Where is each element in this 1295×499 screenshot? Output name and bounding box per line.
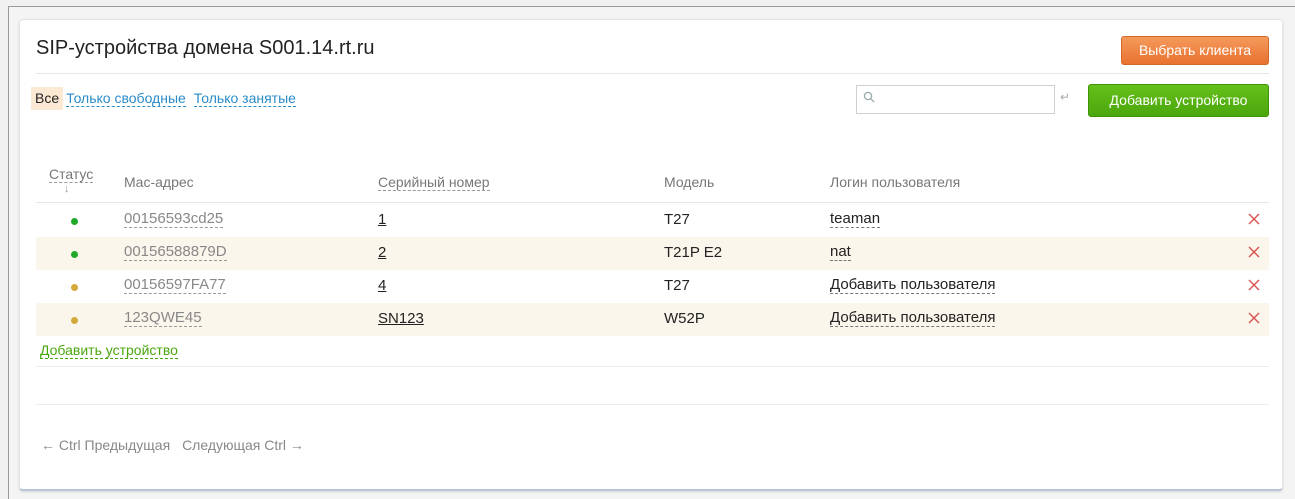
mac-address-link[interactable]: 00156597FA77 [124, 277, 226, 294]
model-text: W52P [664, 310, 705, 327]
column-header-model: Модель [664, 174, 715, 190]
close-icon[interactable] [1247, 311, 1261, 325]
mac-address-link[interactable]: 00156593cd25 [124, 211, 224, 228]
serial-number-link[interactable]: 1 [378, 211, 386, 228]
status-indicator [71, 284, 78, 291]
page-title: SIP-устройства домена S001.14.rt.ru [36, 37, 375, 59]
close-icon[interactable] [1247, 212, 1261, 226]
model-text: T27 [664, 211, 690, 228]
close-icon[interactable] [1247, 245, 1261, 259]
divider [36, 202, 1269, 203]
serial-number-link[interactable]: 4 [378, 277, 386, 294]
column-header-status[interactable]: Статус [49, 166, 94, 183]
divider [36, 366, 1269, 367]
search-input[interactable] [881, 90, 1051, 110]
filter-free-only[interactable]: Только свободные [66, 90, 186, 107]
column-header-mac: Mac-адрес [124, 174, 194, 190]
status-indicator [71, 317, 78, 324]
table-row: 00156597FA77 4 T27 Добавить пользователя [36, 270, 1269, 303]
model-text: T27 [664, 277, 690, 294]
column-header-login: Логин пользователя [830, 174, 961, 190]
divider [36, 404, 1269, 405]
search-icon [863, 91, 875, 103]
status-indicator [71, 251, 78, 258]
pagination: ← Ctrl Предыдущая Следующая Ctrl → [41, 437, 312, 453]
user-login-link[interactable]: nat [830, 244, 851, 261]
divider [36, 73, 1269, 74]
serial-number-link[interactable]: SN123 [378, 310, 424, 327]
column-header-serial[interactable]: Серийный номер [378, 174, 490, 191]
filter-busy-only[interactable]: Только занятые [193, 90, 296, 107]
mac-address-link[interactable]: 123QWE45 [124, 310, 202, 327]
sort-arrow-icon: ↓ [64, 183, 70, 195]
add-user-link[interactable]: Добавить пользователя [830, 310, 996, 327]
table-row: 123QWE45 SN123 W52P Добавить пользовател… [36, 303, 1269, 336]
mac-address-link[interactable]: 00156588879D [124, 244, 227, 261]
table-row: 00156588879D 2 T21P E2 nat [36, 237, 1269, 270]
select-client-button[interactable]: Выбрать клиента [1121, 36, 1269, 65]
add-device-link[interactable]: Добавить устройство [40, 342, 178, 359]
add-user-link[interactable]: Добавить пользователя [830, 277, 996, 294]
search-box[interactable] [856, 85, 1055, 114]
close-icon[interactable] [1247, 278, 1261, 292]
next-page-link[interactable]: Следующая Ctrl → [182, 437, 304, 453]
status-indicator [71, 218, 78, 225]
enter-icon: ↵ [1060, 90, 1071, 104]
user-login-link[interactable]: teaman [830, 211, 881, 228]
model-text: T21P E2 [664, 244, 723, 261]
devices-panel: SIP-устройства домена S001.14.rt.ru Выбр… [19, 19, 1283, 491]
serial-number-link[interactable]: 2 [378, 244, 386, 261]
add-device-button[interactable]: Добавить устройство [1088, 84, 1269, 117]
table-row: 00156593cd25 1 T27 teaman [36, 204, 1269, 237]
filter-all[interactable]: Все [31, 87, 64, 110]
prev-page-link[interactable]: ← Ctrl Предыдущая [41, 437, 170, 453]
filter-bar: Все Только свободные Только занятые [31, 87, 301, 110]
